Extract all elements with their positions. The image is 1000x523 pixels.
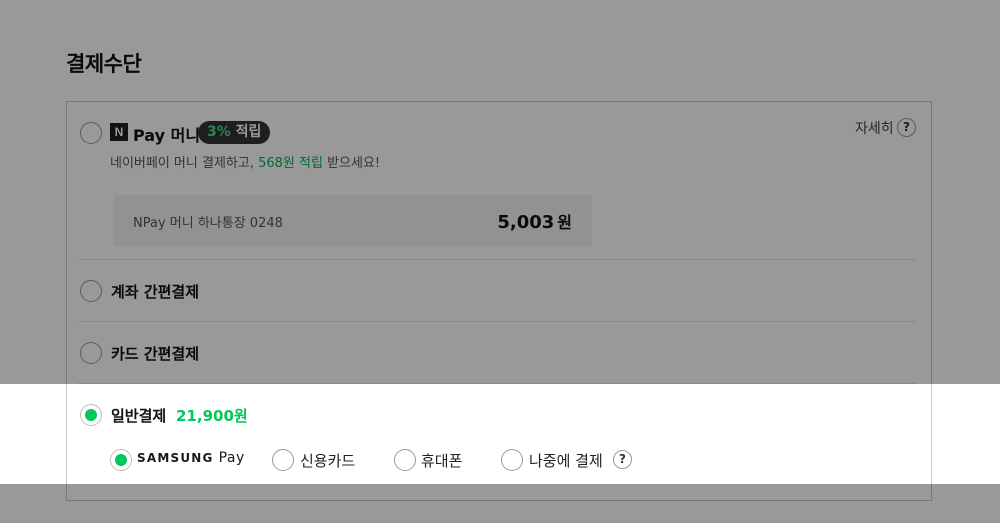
samsung-pay-radio[interactable]	[110, 449, 132, 471]
samsung-pay-label[interactable]: SAMSUNG Pay	[137, 450, 245, 466]
general-pay-radio[interactable]	[80, 404, 102, 426]
payment-price: 21,900원	[176, 407, 248, 425]
payment-page: 결제수단 N Pay 머니 3% 적립 자세히 ? 네이버페이 머니 결제하고,…	[0, 0, 1000, 523]
mobile-phone-label[interactable]: 휴대폰	[421, 450, 462, 471]
samsung-brand: SAMSUNG	[137, 451, 214, 465]
credit-card-label[interactable]: 신용카드	[300, 450, 355, 471]
samsung-pay-suffix: Pay	[218, 450, 245, 466]
pay-later-radio[interactable]	[501, 449, 523, 471]
general-pay-label[interactable]: 일반결제	[111, 405, 166, 426]
dim-overlay-bottom	[0, 484, 1000, 523]
mobile-phone-radio[interactable]	[394, 449, 416, 471]
credit-card-radio[interactable]	[272, 449, 294, 471]
pay-later-help-icon[interactable]: ?	[613, 450, 632, 469]
pay-later-label[interactable]: 나중에 결제	[529, 450, 603, 471]
dim-overlay-top	[0, 0, 1000, 384]
